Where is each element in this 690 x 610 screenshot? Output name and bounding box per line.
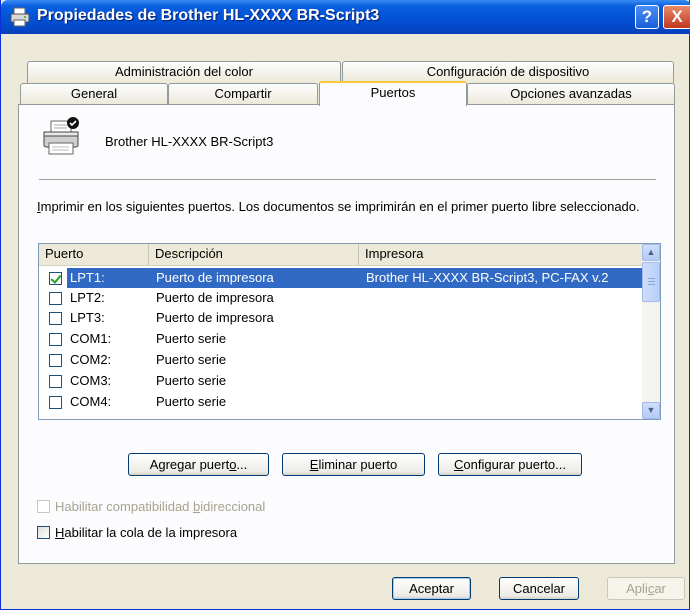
scroll-down-icon[interactable]: ▼ — [642, 402, 660, 419]
list-item[interactable]: COM4: Puerto serie — [39, 392, 642, 412]
button-label-end: ar — [654, 581, 666, 596]
bidirectional-support-checkbox: Habilitar compatibilidad bidireccional — [37, 499, 297, 515]
port-description: Puerto de impresora — [156, 270, 274, 285]
tab-ports[interactable]: Puertos — [319, 81, 467, 106]
tab-label: Opciones avanzadas — [510, 86, 632, 101]
separator — [39, 179, 656, 180]
port-name: COM4: — [70, 394, 112, 409]
button-label-end: ... — [236, 457, 248, 472]
vertical-scrollbar[interactable]: ▲ ▼ — [642, 244, 660, 419]
checkbox-label: Habilitar compatibilidad bidireccional — [55, 499, 265, 514]
port-name: LPT3: — [70, 310, 105, 325]
tab-advanced-options[interactable]: Opciones avanzadas — [467, 83, 675, 105]
list-item[interactable]: COM2: Puerto serie — [39, 350, 642, 370]
button-accel: C — [453, 457, 464, 472]
scroll-thumb[interactable] — [642, 262, 660, 302]
tab-label: General — [70, 86, 118, 101]
list-item[interactable]: COM1: Puerto serie — [39, 329, 642, 349]
button-label: liminar puerto — [318, 457, 398, 472]
list-item[interactable]: LPT1: Puerto de impresora Brother HL-XXX… — [39, 268, 642, 288]
checkbox-label-rest: abilitar la cola de la impresora — [64, 525, 238, 540]
port-checkbox[interactable] — [49, 375, 62, 388]
list-item[interactable]: COM3: Puerto serie — [39, 371, 642, 391]
port-name: COM1: — [70, 331, 112, 346]
list-header: Puerto Descripción Impresora — [39, 244, 642, 266]
button-label: onfigurar puerto... — [463, 457, 566, 472]
port-description: Puerto de impresora — [156, 290, 274, 305]
button-label: Apli — [626, 581, 648, 596]
port-name: LPT2: — [70, 290, 105, 305]
port-checkbox[interactable] — [49, 354, 62, 367]
scroll-up-icon[interactable]: ▲ — [642, 244, 660, 261]
tab-label: Compartir — [214, 86, 272, 101]
checkbox-box — [37, 500, 50, 513]
configure-port-button[interactable]: Configurar puerto... — [438, 453, 582, 476]
checkbox-label-accel: H — [55, 525, 65, 540]
list-item[interactable]: LPT3: Puerto de impresora — [39, 308, 642, 328]
tab-device-settings[interactable]: Configuración de dispositivo — [342, 61, 674, 83]
remove-port-button[interactable]: Eliminar puerto — [282, 453, 425, 476]
port-checkbox[interactable] — [49, 292, 62, 305]
port-checkbox[interactable] — [49, 333, 62, 346]
port-description: Puerto serie — [156, 373, 227, 388]
column-header-port[interactable]: Puerto — [39, 244, 149, 265]
tab-general[interactable]: General — [20, 83, 168, 105]
ports-instruction: Imprimir en los siguientes puertos. Los … — [37, 199, 640, 214]
properties-dialog: Propiedades de Brother HL-XXXX BR-Script… — [0, 0, 690, 610]
cancel-button[interactable]: Cancelar — [499, 577, 579, 600]
printer-name: Brother HL-XXXX BR-Script3 — [105, 134, 274, 149]
checkbox-label-pre: Habilitar compatibilidad — [55, 499, 194, 514]
port-checkbox[interactable] — [49, 312, 62, 325]
ok-button[interactable]: Aceptar — [392, 577, 471, 600]
column-header-printer[interactable]: Impresora — [359, 244, 642, 265]
tab-sharing[interactable]: Compartir — [168, 83, 318, 105]
port-checkbox[interactable] — [49, 272, 62, 285]
port-name: LPT1: — [70, 270, 105, 285]
port-checkbox[interactable] — [49, 396, 62, 409]
port-description: Puerto de impresora — [156, 310, 274, 325]
column-header-description[interactable]: Descripción — [149, 244, 359, 265]
printer-icon — [43, 117, 79, 155]
port-printer: Brother HL-XXXX BR-Script3, PC-FAX v.2 — [366, 270, 609, 285]
help-button[interactable]: ? — [635, 5, 659, 29]
printer-pooling-checkbox[interactable]: Habilitar la cola de la impresora — [37, 525, 277, 541]
printer-icon — [10, 7, 30, 27]
add-port-button[interactable]: Agregar puerto... — [128, 453, 269, 476]
tab-label: Puertos — [370, 85, 416, 100]
tab-label: Configuración de dispositivo — [426, 64, 590, 79]
checkbox-label: Habilitar la cola de la impresora — [55, 525, 237, 540]
list-item[interactable]: LPT2: Puerto de impresora — [39, 288, 642, 308]
ports-panel: Brother HL-XXXX BR-Script3 Imprimir en l… — [18, 104, 675, 564]
button-label: Agregar puert — [149, 457, 230, 472]
port-name: COM3: — [70, 373, 112, 388]
port-description: Puerto serie — [156, 331, 227, 346]
window-title: Propiedades de Brother HL-XXXX BR-Script… — [37, 7, 380, 24]
instruction-text: mprimir en los siguientes puertos. Los d… — [40, 199, 640, 214]
checkbox-label-post: idireccional — [200, 499, 266, 514]
apply-button: Aplicar — [607, 577, 685, 600]
port-description: Puerto serie — [156, 352, 227, 367]
ports-list[interactable]: Puerto Descripción Impresora LPT1: Puert… — [38, 243, 661, 420]
tab-color-management[interactable]: Administración del color — [27, 61, 341, 83]
close-button[interactable]: X — [663, 5, 690, 29]
port-name: COM2: — [70, 352, 112, 367]
tab-label: Administración del color — [114, 64, 253, 79]
checkbox-box[interactable] — [37, 526, 50, 539]
port-description: Puerto serie — [156, 394, 227, 409]
title-bar[interactable]: Propiedades de Brother HL-XXXX BR-Script… — [1, 0, 690, 34]
